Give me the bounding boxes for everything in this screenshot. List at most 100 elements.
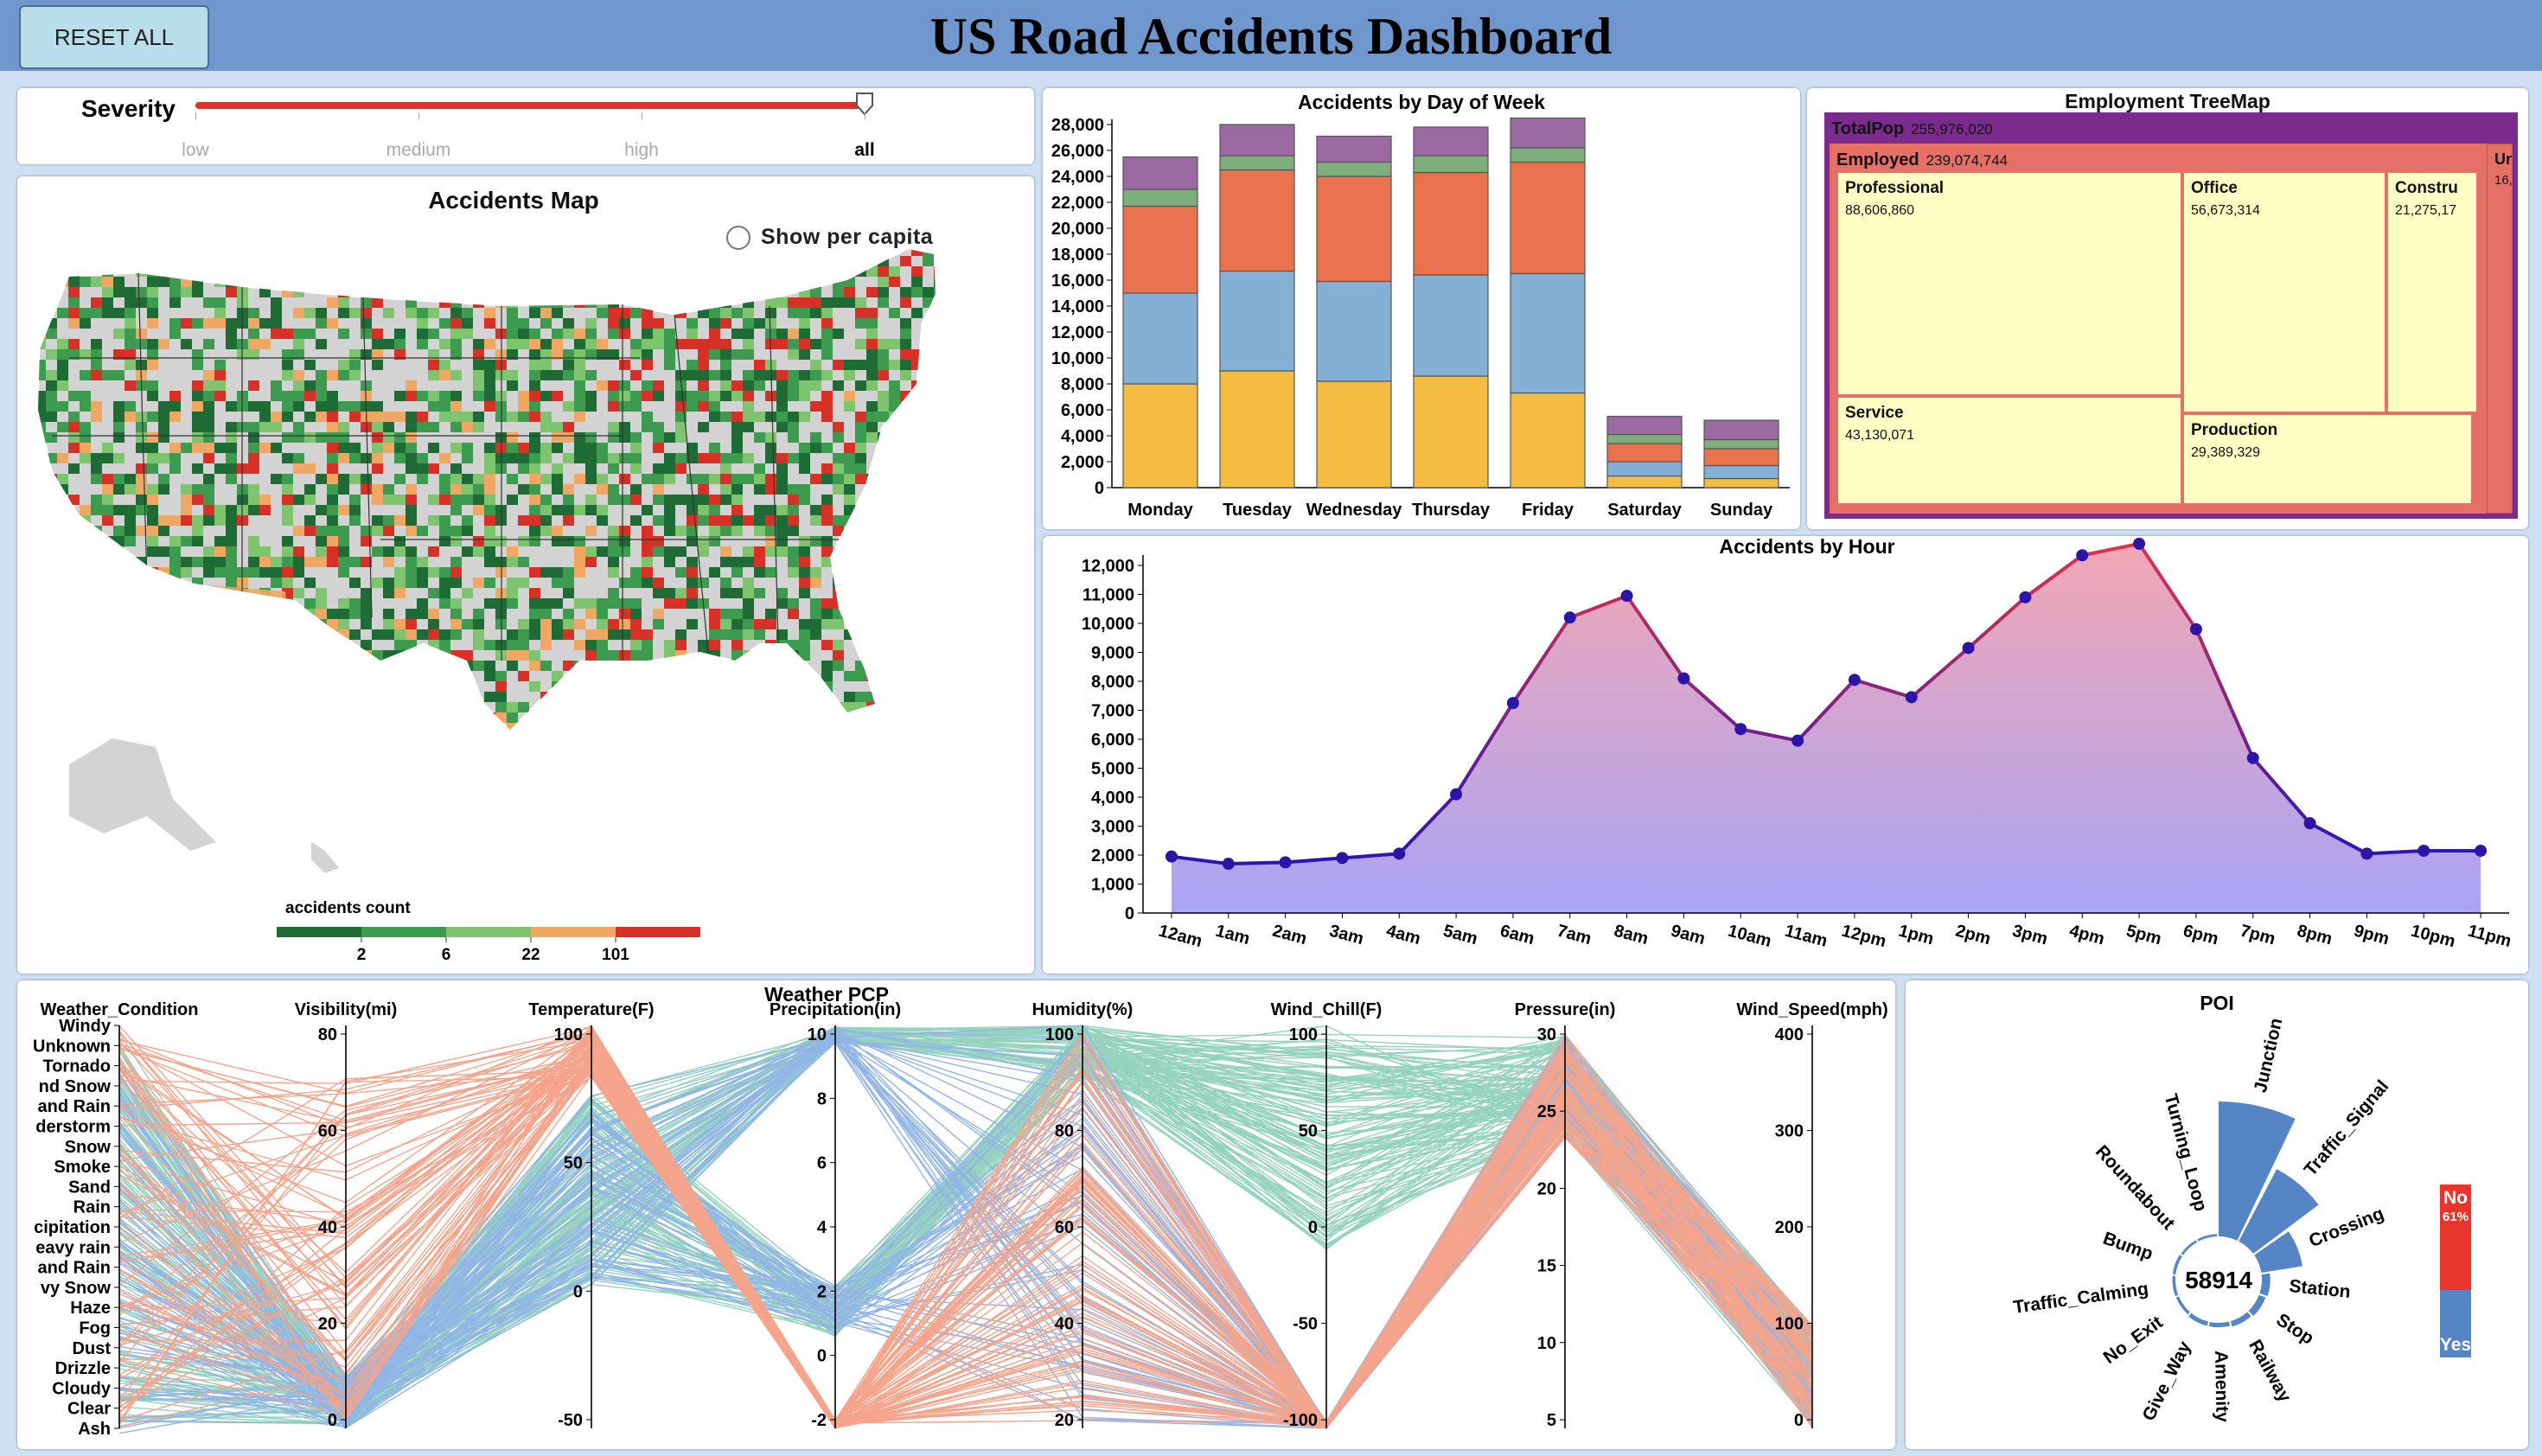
hour-x-tick-label: 9am [1669, 922, 1707, 949]
treemap-unemployed-label: Uner16,90 [2494, 150, 2512, 190]
county-cell [214, 360, 226, 370]
county-cell [169, 661, 181, 671]
county-cell [248, 339, 259, 349]
county-cell [844, 712, 855, 723]
county-cell [934, 308, 936, 318]
us-county-map[interactable] [17, 176, 1034, 974]
treemap-office[interactable]: Office 56,673,314 [2182, 171, 2386, 413]
severity-slider-handle[interactable] [855, 92, 874, 116]
county-cell [462, 546, 473, 557]
county-cell [585, 401, 597, 412]
county-cell [720, 360, 731, 370]
county-cell [855, 546, 866, 557]
county-cell [259, 712, 271, 723]
county-cell [675, 702, 687, 712]
county-cell [788, 661, 799, 671]
county-cell [113, 422, 125, 432]
county-cell [68, 495, 80, 505]
county-cell [91, 661, 102, 671]
county-cell [810, 505, 821, 515]
county-cell [181, 557, 192, 567]
severity-level-high[interactable]: high [607, 140, 676, 161]
treemap-construction[interactable]: Constru 21,275,17 [2386, 171, 2478, 413]
county-cell [57, 484, 68, 495]
county-cell [776, 329, 788, 339]
county-cell [540, 443, 552, 453]
severity-slider-track[interactable] [195, 102, 865, 109]
county-cell [462, 287, 473, 297]
county-cell [619, 380, 630, 391]
county-cell [900, 318, 911, 329]
county-cell [473, 640, 484, 650]
reset-all-button[interactable]: RESET ALL [19, 5, 209, 69]
severity-level-low[interactable]: low [161, 140, 230, 161]
county-cell [833, 650, 844, 661]
county-cell [810, 619, 821, 629]
county-cell [642, 380, 653, 391]
county-cell [540, 598, 552, 609]
treemap-professional[interactable]: Professional 88,606,860 [1836, 171, 2182, 396]
pcp-axis-title: Precipitation(in) [770, 1000, 901, 1019]
county-cell [214, 443, 226, 453]
poi-radial-chart[interactable]: POIJunctionTraffic_SignalCrossingStation… [1906, 980, 2528, 1449]
county-cell [57, 588, 68, 598]
county-cell [473, 661, 484, 671]
county-cell [327, 619, 338, 629]
county-cell [608, 256, 619, 266]
county-cell [495, 733, 507, 744]
county-cell [743, 401, 754, 412]
county-cell [821, 505, 833, 515]
county-cell [259, 557, 271, 567]
severity-level-medium[interactable]: medium [384, 140, 453, 161]
county-cell [46, 661, 57, 671]
county-cell [642, 702, 653, 712]
county-cell [720, 661, 731, 671]
county-cell [923, 474, 934, 484]
hour-x-tick-label: 11pm [2466, 922, 2513, 951]
county-cell [540, 640, 552, 650]
pcp-axis-title: Visibility(mi) [295, 1000, 398, 1019]
county-cell [709, 692, 720, 702]
county-cell [394, 692, 406, 702]
day-y-tick-label: 12,000 [1051, 323, 1104, 342]
treemap-unemployed[interactable]: Uner16,90 [2487, 144, 2513, 514]
county-cell [518, 391, 529, 401]
county-cell [181, 567, 192, 578]
county-cell [383, 712, 394, 723]
county-cell [788, 526, 799, 536]
county-cell [181, 249, 192, 256]
county-cell [619, 723, 630, 730]
county-cell [743, 370, 754, 380]
hour-y-tick-label: 6,000 [1091, 731, 1134, 750]
county-cell [653, 380, 664, 391]
county-cell [394, 546, 406, 557]
county-cell [597, 484, 608, 495]
hour-x-tick-label: 3pm [2010, 922, 2049, 949]
county-cell [597, 609, 608, 619]
treemap-service[interactable]: Service 43,130,071 [1836, 396, 2182, 505]
county-cell [80, 443, 91, 453]
day-bar-segment [1122, 156, 1198, 190]
weather-parallel-coordinates[interactable]: Weather PCPWeather_ConditionWindyUnknown… [17, 980, 1895, 1449]
county-cell [776, 380, 788, 391]
county-cell [439, 526, 450, 536]
county-cell [136, 266, 147, 277]
severity-level-all[interactable]: all [830, 140, 899, 161]
day-y-tick-label: 28,000 [1051, 116, 1104, 135]
county-cell [709, 249, 720, 256]
pcp-tick-label: derstorm [35, 1118, 111, 1137]
treemap-production[interactable]: Production 29,389,329 [2182, 413, 2473, 505]
county-cell [878, 370, 889, 380]
county-cell [664, 650, 675, 661]
county-cell [911, 588, 923, 598]
county-cell [675, 640, 687, 650]
county-cell [417, 661, 428, 671]
county-cell [889, 515, 900, 526]
county-cell [406, 702, 417, 712]
county-cell [226, 712, 237, 723]
county-cell [439, 723, 450, 730]
county-cell [136, 463, 147, 474]
county-cell [540, 526, 552, 536]
county-cell [934, 526, 936, 536]
county-cell [473, 702, 484, 712]
